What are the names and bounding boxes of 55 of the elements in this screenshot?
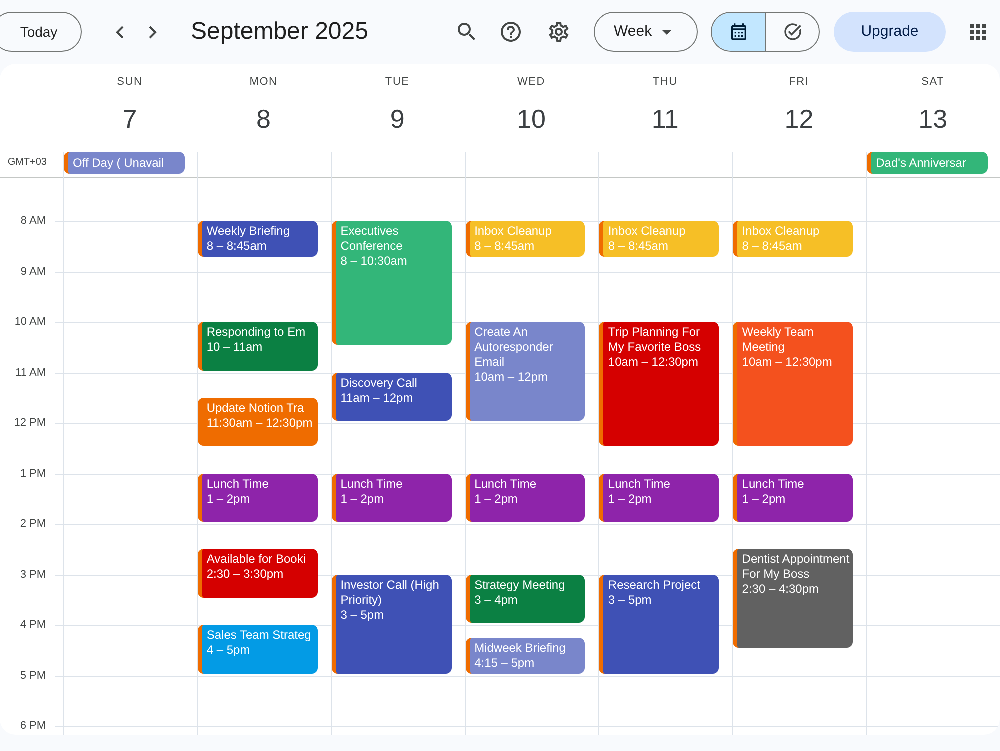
day-number[interactable]: 12 — [784, 103, 814, 135]
view-dropdown[interactable]: Week — [594, 12, 698, 52]
hour-label: 12 PM — [14, 416, 46, 430]
day-number[interactable]: 7 — [122, 103, 138, 135]
month-title: September 2025 — [191, 17, 368, 47]
chevron-left-icon — [116, 26, 124, 38]
timezone-label: GMT+03 — [8, 156, 47, 170]
hour-label: 5 PM — [20, 668, 46, 682]
weekday-label: TUE — [385, 75, 410, 89]
event-chip[interactable]: Create An Autoresponder Email 10am – 12pm — [466, 322, 586, 421]
event-chip[interactable]: Available for Booki 2:30 – 3:30pm — [198, 549, 318, 598]
hour-label: 11 AM — [16, 366, 46, 380]
event-chip[interactable]: Strategy Meeting 3 – 4pm — [466, 574, 586, 623]
day-number[interactable]: 10 — [517, 103, 546, 135]
hour-label: 8 AM — [20, 214, 46, 228]
hour-label: 10 AM — [14, 315, 46, 329]
today-button[interactable]: Today — [0, 12, 82, 52]
chevron-right-icon — [149, 26, 157, 38]
day-number[interactable]: 8 — [256, 103, 271, 135]
hour-label: 2 PM — [20, 517, 46, 531]
hour-label: 4 PM — [20, 618, 46, 632]
event-chip[interactable]: Lunch Time 1 – 2pm — [733, 474, 854, 522]
event-chip[interactable]: Research Project 3 – 5pm — [599, 574, 720, 674]
event-chip[interactable]: Lunch Time 1 – 2pm — [466, 474, 586, 522]
event-chip[interactable]: Lunch Time 1 – 2pm — [599, 474, 720, 522]
event-chip[interactable]: Dentist Appointment For My Boss 2:30 – 4:30pm — [733, 549, 854, 648]
hour-label: 1 PM — [20, 466, 46, 480]
weekday-label: FRI — [789, 75, 810, 89]
day-number[interactable]: 13 — [918, 103, 948, 135]
weekday-label: SUN — [117, 75, 143, 89]
event-chip[interactable]: Investor Call (High Priority) 3 – 5pm — [332, 574, 452, 674]
hour-label: 6 PM — [20, 719, 46, 733]
help-icon — [499, 20, 523, 44]
event-chip[interactable]: Weekly Team Meeting 10am – 12:30pm — [733, 322, 854, 446]
event-chip[interactable]: Trip Planning For My Favorite Boss 10am – 12:30pm — [599, 322, 720, 446]
hour-label: 3 PM — [20, 568, 46, 582]
weekday-label: SAT — [922, 75, 945, 89]
event-chip[interactable]: Discovery Call 11am – 12pm — [332, 372, 452, 421]
weekday-label: THU — [652, 75, 678, 89]
day-number[interactable]: 9 — [390, 103, 405, 135]
calendar-icon — [728, 22, 748, 42]
event-chip[interactable]: Midweek Briefing 4:15 – 5pm — [466, 638, 586, 674]
settings-icon — [547, 20, 571, 44]
upgrade-button[interactable]: Upgrade — [834, 12, 946, 52]
calendar-view-button[interactable] — [712, 13, 765, 51]
all-day-event-chip[interactable]: Off Day ( Unavail — [64, 152, 185, 174]
day-number[interactable]: 11 — [652, 103, 679, 135]
event-chip[interactable]: Lunch Time 1 – 2pm — [198, 474, 318, 522]
caret-icon — [662, 30, 672, 34]
event-chip[interactable]: Responding to Em 10 – 11am — [198, 322, 318, 370]
event-chip[interactable]: Lunch Time 1 – 2pm — [332, 474, 452, 522]
hour-label: 9 AM — [20, 264, 46, 278]
weekday-label: WED — [517, 75, 546, 89]
weekday-label: MON — [250, 75, 278, 89]
event-chip[interactable]: Weekly Briefing 8 – 8:45am — [198, 221, 318, 257]
